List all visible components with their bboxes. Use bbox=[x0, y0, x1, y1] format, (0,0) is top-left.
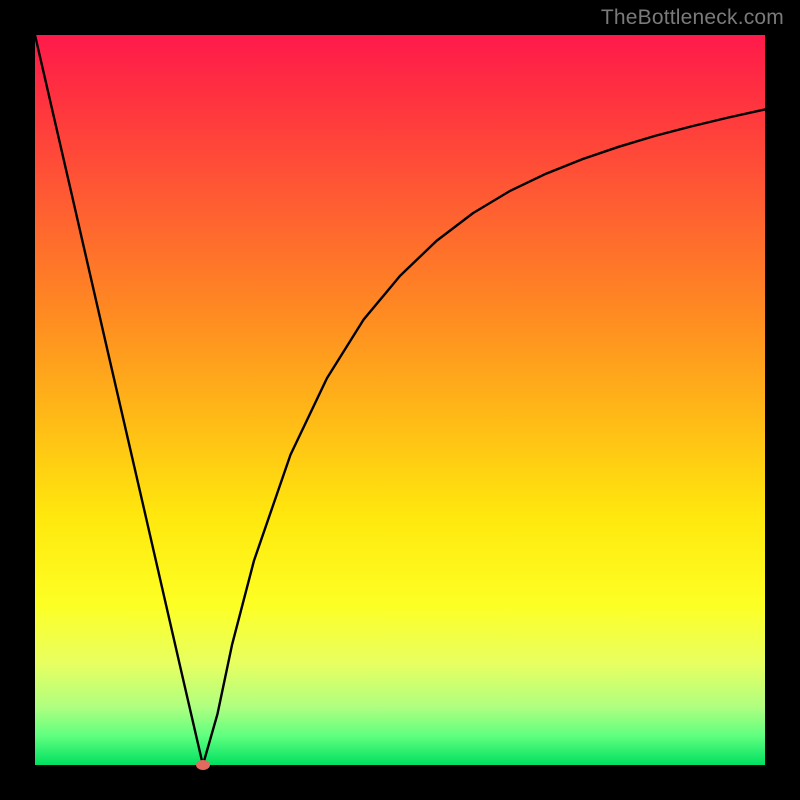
watermark-text: TheBottleneck.com bbox=[601, 6, 784, 30]
min-point-marker bbox=[196, 760, 210, 770]
plot-area bbox=[35, 35, 765, 765]
chart-frame: TheBottleneck.com bbox=[0, 0, 800, 800]
bottleneck-curve bbox=[35, 35, 765, 765]
